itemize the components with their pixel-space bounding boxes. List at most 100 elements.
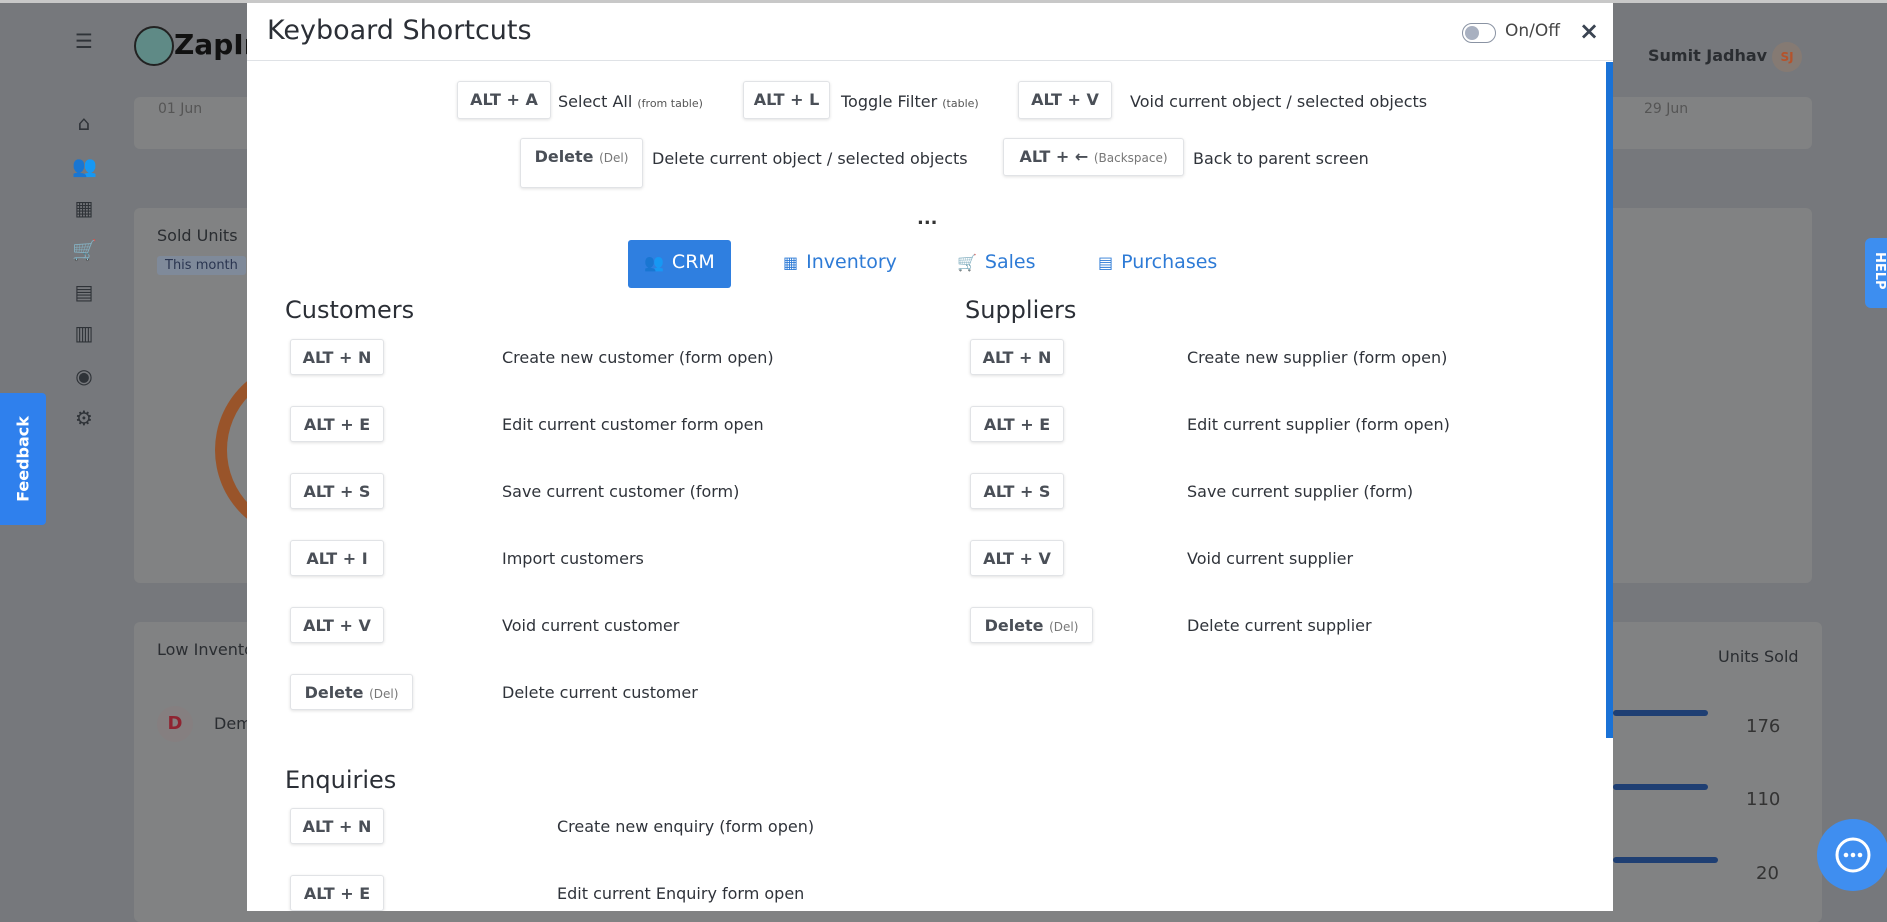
units-value: 176 xyxy=(1746,716,1781,737)
description-note: (table) xyxy=(942,97,979,110)
description-text: Save current customer (form) xyxy=(502,482,740,501)
tab-crm[interactable]: 👥 CRM xyxy=(628,240,731,288)
chart-icon[interactable]: ▥ xyxy=(72,322,96,344)
tab-label: CRM xyxy=(671,251,715,273)
shortcut-description: Select All (from table) xyxy=(558,92,703,111)
account-icon[interactable]: ◉ xyxy=(72,365,96,387)
shortcut-description: Create new customer (form open) xyxy=(502,348,774,367)
key-label: ALT + V xyxy=(303,616,371,635)
date-end: 29 Jun xyxy=(1644,101,1689,117)
shortcut-key: ALT + E xyxy=(290,406,384,442)
menu-icon[interactable]: ☰ xyxy=(72,30,96,52)
key-label: ALT + A xyxy=(470,90,538,109)
description-text: Delete current object / selected objects xyxy=(652,149,968,168)
tab-label: Purchases xyxy=(1121,251,1218,273)
modal-title: Keyboard Shortcuts xyxy=(267,15,532,46)
shortcut-key: ALT + N xyxy=(290,808,384,844)
shortcut-key: ALT + A xyxy=(457,81,551,119)
shortcut-description: Void current customer xyxy=(502,616,679,635)
shortcut-key: ALT + V xyxy=(1018,81,1112,119)
home-icon[interactable]: ⌂ xyxy=(72,112,96,134)
key-label: ALT + L xyxy=(753,90,820,109)
inventory-icon: ▦ xyxy=(783,253,799,272)
shortcut-description: Delete current supplier xyxy=(1187,616,1372,635)
shortcut-key: ALT + S xyxy=(970,473,1064,509)
date-start: 01 Jun xyxy=(158,101,203,117)
more-indicator: ... xyxy=(917,208,938,229)
low-inventory-title: Low Invento xyxy=(157,640,254,659)
scrollbar[interactable] xyxy=(1606,62,1613,738)
shortcut-key: ALT + V xyxy=(970,540,1064,576)
description-text: Save current supplier (form) xyxy=(1187,482,1414,501)
description-text: Delete current customer xyxy=(502,683,698,702)
description-text: Create new enquiry (form open) xyxy=(557,817,815,836)
key-note: (Backspace) xyxy=(1093,151,1168,165)
key-label: ALT + N xyxy=(982,348,1052,367)
shortcut-key: ALT + N xyxy=(970,339,1064,375)
chat-button[interactable] xyxy=(1817,819,1887,891)
key-label: ALT + I xyxy=(306,549,368,568)
description-text: Edit current supplier (form open) xyxy=(1187,415,1450,434)
cart-icon: 🛒 xyxy=(957,253,977,272)
shortcut-description: Import customers xyxy=(502,549,644,568)
shortcuts-toggle[interactable] xyxy=(1462,23,1496,43)
shortcut-key: Delete (Del) xyxy=(970,607,1093,643)
shortcut-description: Back to parent screen xyxy=(1193,149,1369,168)
tab-label: Sales xyxy=(984,251,1036,273)
description-text: Create new customer (form open) xyxy=(502,348,774,367)
shortcut-description: Create new supplier (form open) xyxy=(1187,348,1447,367)
tab-sales[interactable]: 🛒 Sales xyxy=(941,240,1052,288)
description-text: Delete current supplier xyxy=(1187,616,1372,635)
key-label: ALT + V xyxy=(983,549,1051,568)
units-bar xyxy=(1613,857,1718,863)
customers-heading: Customers xyxy=(285,296,415,324)
tab-purchases[interactable]: ▤ Purchases xyxy=(1082,240,1233,288)
key-note: (Del) xyxy=(369,687,399,701)
shortcut-key: ALT + I xyxy=(290,540,384,576)
description-text: Void current customer xyxy=(502,616,680,635)
inventory-icon[interactable]: ▦ xyxy=(72,197,96,219)
feedback-button[interactable]: Feedback xyxy=(0,393,46,525)
shortcut-key: ALT + E xyxy=(290,875,384,911)
tab-inventory[interactable]: ▦ Inventory xyxy=(767,240,913,288)
description-text: Back to parent screen xyxy=(1193,149,1369,168)
shortcut-description: Save current customer (form) xyxy=(502,482,739,501)
shortcut-description: Delete current customer xyxy=(502,683,698,702)
modal-header: Keyboard Shortcuts On/Off × xyxy=(247,3,1613,61)
help-button[interactable]: HELP xyxy=(1865,238,1887,308)
users-icon: 👥 xyxy=(644,253,664,272)
key-label: ALT + E xyxy=(983,415,1051,434)
key-label: ALT + V xyxy=(1031,90,1099,109)
description-text: Import customers xyxy=(502,549,644,568)
user-name[interactable]: Sumit Jadhav xyxy=(1648,46,1767,65)
shortcut-key: ALT + E xyxy=(970,406,1064,442)
sold-units-filter[interactable]: This month xyxy=(157,256,246,275)
suppliers-heading: Suppliers xyxy=(965,296,1077,324)
close-icon[interactable]: × xyxy=(1579,17,1599,45)
key-label: ALT + E xyxy=(303,415,371,434)
cart-icon[interactable]: 🛒 xyxy=(72,239,97,261)
key-note: (Del) xyxy=(599,151,629,165)
cash-register-icon[interactable]: ▤ xyxy=(72,281,96,303)
shortcut-description: Toggle Filter (table) xyxy=(841,92,979,111)
units-bar xyxy=(1613,784,1708,790)
key-label: ALT + N xyxy=(302,817,372,836)
shortcut-description: Edit current supplier (form open) xyxy=(1187,415,1450,434)
description-text: Edit current Enquiry form open xyxy=(557,884,805,903)
toggle-label: On/Off xyxy=(1505,21,1560,41)
units-value: 110 xyxy=(1746,789,1781,810)
description-text: Select All xyxy=(558,92,633,111)
help-label: HELP xyxy=(1872,252,1887,290)
shortcut-description: Delete current object / selected objects xyxy=(652,149,968,168)
description-text: Create new supplier (form open) xyxy=(1187,348,1448,367)
shortcut-key: ALT + ← (Backspace) xyxy=(1003,138,1184,176)
key-label: Delete xyxy=(984,616,1044,635)
gear-icon[interactable]: ⚙ xyxy=(72,407,96,429)
shortcut-key: ALT + V xyxy=(290,607,384,643)
cash-register-icon: ▤ xyxy=(1098,253,1114,272)
users-icon[interactable]: 👥 xyxy=(72,155,97,177)
user-avatar[interactable]: SJ xyxy=(1772,42,1802,72)
units-bar xyxy=(1613,710,1708,716)
shortcut-key: ALT + N xyxy=(290,339,384,375)
shortcut-key: Delete (Del) xyxy=(520,138,643,188)
